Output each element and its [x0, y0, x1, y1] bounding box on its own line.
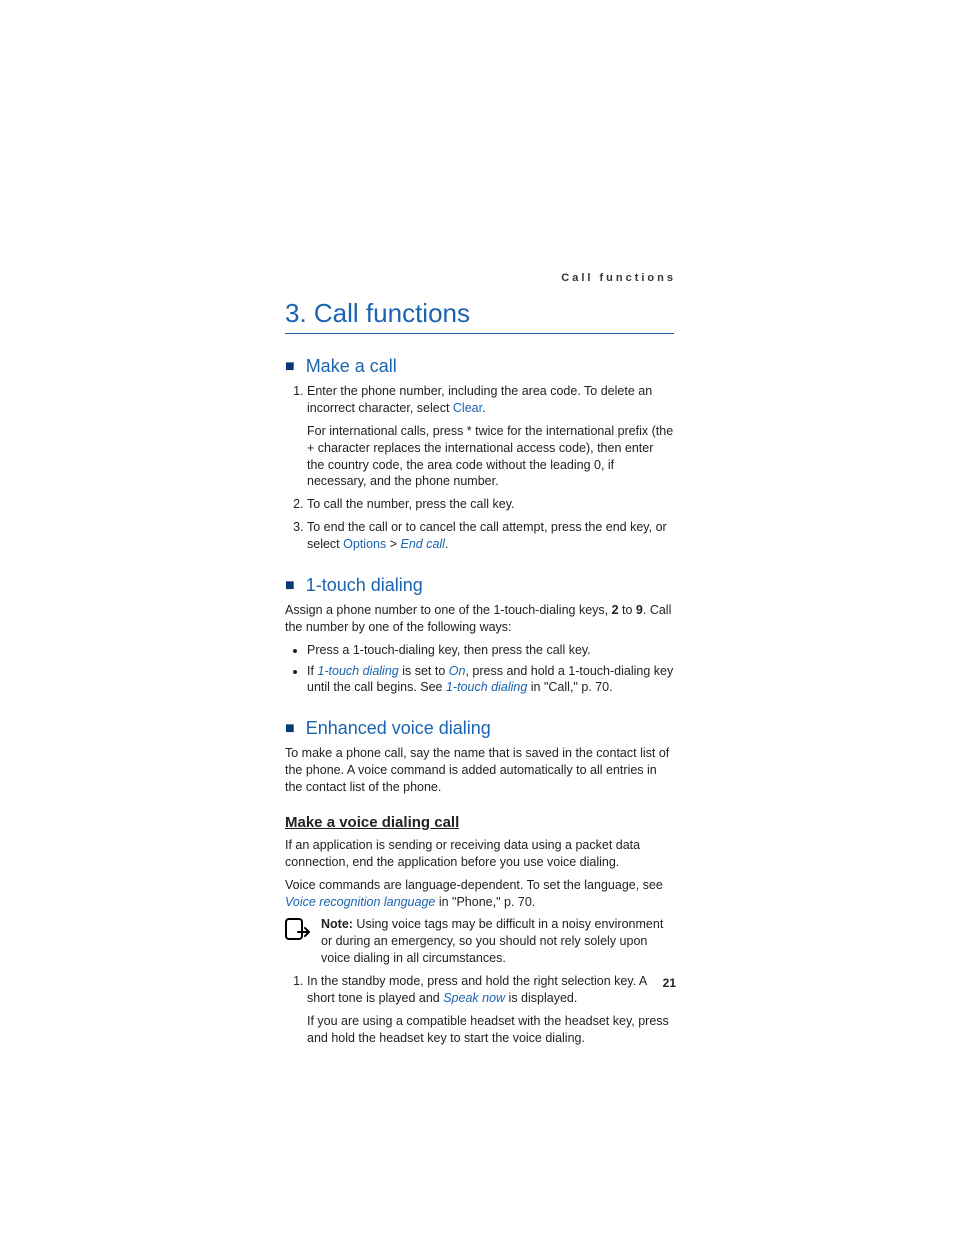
- step-3: To end the call or to cancel the call at…: [307, 519, 674, 553]
- end-call-menu-item: End call: [400, 537, 444, 551]
- step-1-detail: For international calls, press * twice f…: [307, 423, 674, 491]
- bullet-1: Press a 1-touch-dialing key, then press …: [307, 642, 674, 659]
- one-touch-intro: Assign a phone number to one of the 1-to…: [285, 602, 674, 636]
- step-1: In the standby mode, press and hold the …: [307, 973, 674, 1047]
- section-enhanced-voice-dialing: ■ Enhanced voice dialing: [285, 718, 674, 739]
- square-bullet-icon: ■: [285, 720, 295, 737]
- text: Voice commands are language-dependent. T…: [285, 878, 663, 892]
- voice-dial-p1: If an application is sending or receivin…: [285, 837, 674, 871]
- chapter-title: 3. Call functions: [285, 298, 674, 329]
- square-bullet-icon: ■: [285, 358, 295, 375]
- note-icon: [285, 918, 313, 945]
- section-make-a-call: ■ Make a call: [285, 356, 674, 377]
- page-number: 21: [663, 976, 676, 990]
- step-2: To call the number, press the call key.: [307, 496, 674, 513]
- note-label: Note:: [321, 917, 353, 931]
- square-bullet-icon: ■: [285, 577, 295, 594]
- section-one-touch-dialing: ■ 1-touch dialing: [285, 575, 674, 596]
- chapter-rule: [285, 333, 674, 334]
- text: If: [307, 664, 317, 678]
- one-touch-dialing-setting: 1-touch dialing: [317, 664, 398, 678]
- note-block: Note: Using voice tags may be difficult …: [285, 916, 674, 967]
- text: Using voice tags may be difficult in a n…: [321, 917, 663, 965]
- voice-dial-intro: To make a phone call, say the name that …: [285, 745, 674, 796]
- make-call-steps: Enter the phone number, including the ar…: [285, 383, 674, 553]
- voice-recognition-language-xref: Voice recognition language: [285, 895, 435, 909]
- section-title: Make a call: [306, 356, 397, 376]
- one-touch-dialing-xref: 1-touch dialing: [446, 680, 527, 694]
- speak-now-prompt: Speak now: [443, 991, 505, 1005]
- manual-page: Call functions 3. Call functions ■ Make …: [0, 0, 954, 1235]
- text: is displayed.: [505, 991, 577, 1005]
- text: .: [482, 401, 485, 415]
- step-1-detail: If you are using a compatible headset wi…: [307, 1013, 674, 1047]
- text: Assign a phone number to one of the 1-to…: [285, 603, 612, 617]
- voice-dial-steps: In the standby mode, press and hold the …: [285, 973, 674, 1047]
- running-head: Call functions: [561, 272, 676, 284]
- section-title: Enhanced voice dialing: [306, 718, 491, 738]
- text: in "Phone," p. 70.: [435, 895, 535, 909]
- voice-dial-p2: Voice commands are language-dependent. T…: [285, 877, 674, 911]
- text: is set to: [399, 664, 449, 678]
- text: in "Call," p. 70.: [527, 680, 612, 694]
- clear-softkey: Clear: [453, 401, 482, 415]
- step-1: Enter the phone number, including the ar…: [307, 383, 674, 490]
- key-2: 2: [612, 603, 619, 617]
- bullet-2: If 1-touch dialing is set to On, press a…: [307, 663, 674, 697]
- section-title: 1-touch dialing: [306, 575, 423, 595]
- separator: >: [386, 537, 400, 551]
- subsection-make-voice-dialing-call: Make a voice dialing call: [285, 814, 674, 831]
- on-value: On: [449, 664, 466, 678]
- note-text: Note: Using voice tags may be difficult …: [321, 916, 674, 967]
- text: .: [445, 537, 448, 551]
- one-touch-bullets: Press a 1-touch-dialing key, then press …: [285, 642, 674, 697]
- options-softkey: Options: [343, 537, 386, 551]
- key-9: 9: [636, 603, 643, 617]
- text: to: [619, 603, 636, 617]
